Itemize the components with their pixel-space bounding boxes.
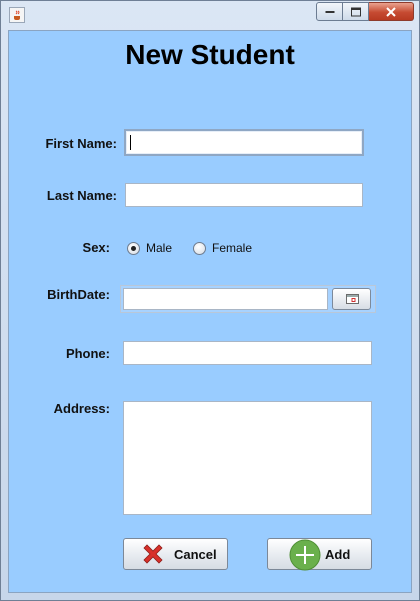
close-button[interactable] xyxy=(369,2,414,21)
sex-option-female-label: Female xyxy=(212,241,253,255)
sex-label: Sex: xyxy=(82,240,110,255)
x-icon xyxy=(143,544,163,564)
sex-radio-female[interactable]: Female xyxy=(193,241,252,255)
plus-icon xyxy=(289,539,321,571)
form-panel: New Student First Name: Last Name: Sex: … xyxy=(8,30,412,593)
phone-label: Phone: xyxy=(65,346,110,361)
java-cup-icon[interactable] xyxy=(9,7,25,23)
new-student-window: New Student First Name: Last Name: Sex: … xyxy=(0,0,420,601)
address-textarea[interactable] xyxy=(123,401,372,515)
calendar-icon xyxy=(346,294,359,304)
title-bar[interactable] xyxy=(1,1,419,29)
maximize-button[interactable] xyxy=(343,2,369,21)
last-name-input[interactable] xyxy=(125,183,363,207)
first-name-label: First Name: xyxy=(45,136,117,151)
first-name-input[interactable] xyxy=(124,129,364,156)
minimize-icon xyxy=(325,10,334,13)
add-button[interactable]: Add xyxy=(267,538,372,571)
phone-input[interactable] xyxy=(123,341,372,365)
form-title: New Student xyxy=(125,39,295,70)
birthdate-input[interactable] xyxy=(123,288,328,310)
maximize-icon xyxy=(350,7,361,16)
close-icon xyxy=(386,6,396,17)
cancel-button[interactable]: Cancel xyxy=(123,538,228,570)
text-caret xyxy=(130,135,131,150)
birthdate-label: BirthDate: xyxy=(47,287,110,302)
address-label: Address: xyxy=(53,401,110,416)
radio-unselected-indicator xyxy=(193,241,206,255)
cancel-button-label: Cancel xyxy=(174,547,217,562)
birthdate-picker xyxy=(120,285,376,313)
calendar-button[interactable] xyxy=(332,288,371,310)
sex-option-male-label: Male xyxy=(146,241,173,255)
last-name-label: Last Name: xyxy=(46,188,117,203)
minimize-button[interactable] xyxy=(316,2,343,21)
sex-radio-male[interactable]: Male xyxy=(127,241,172,255)
radio-selected-indicator xyxy=(127,241,140,255)
add-button-label: Add xyxy=(325,547,351,562)
